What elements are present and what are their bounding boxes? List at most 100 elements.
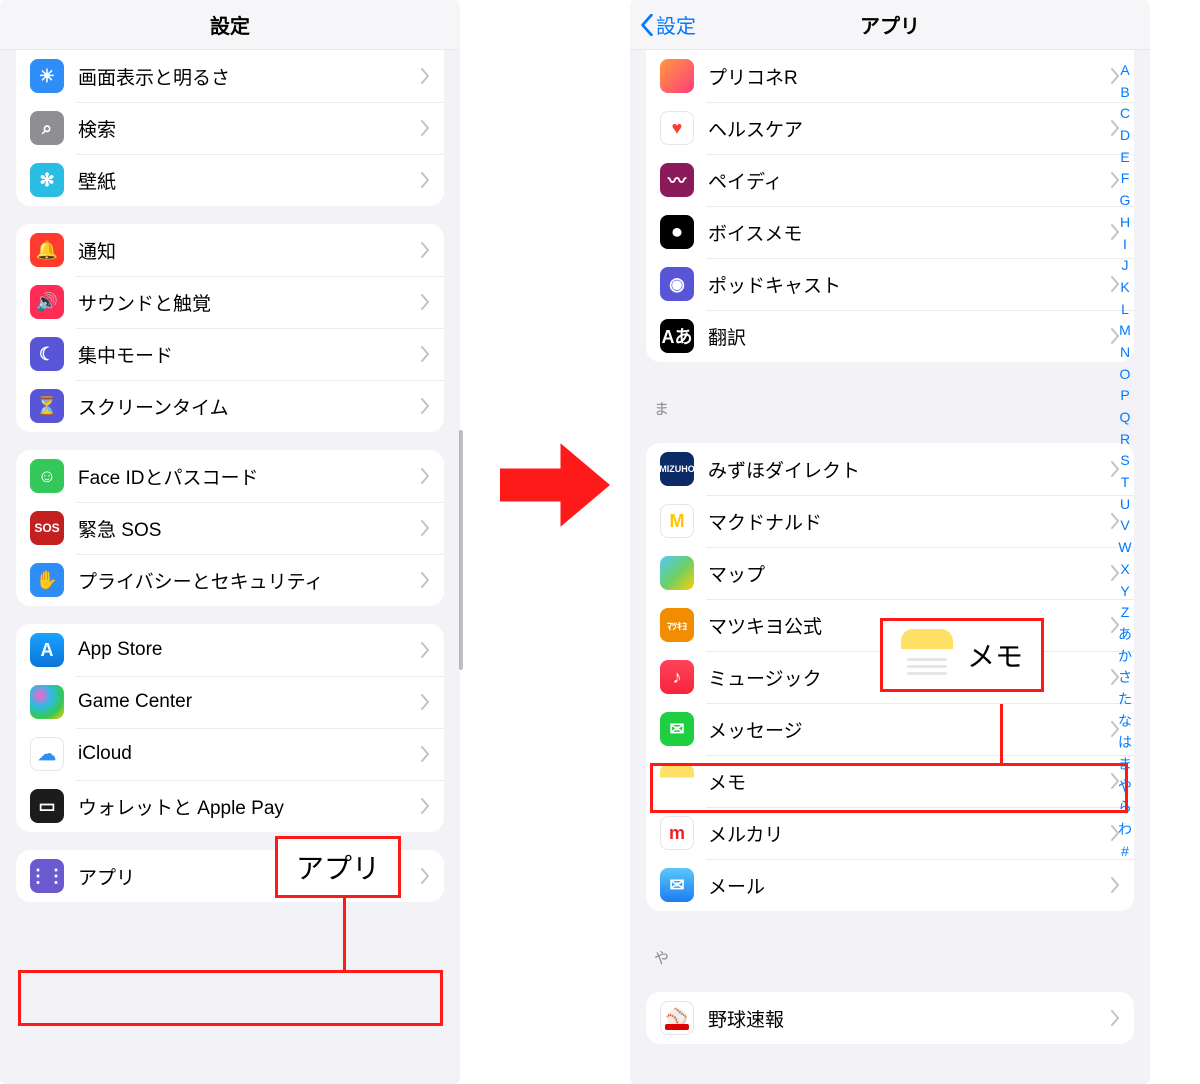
index-letter[interactable]: A (1120, 60, 1129, 82)
row-icloud[interactable]: ☁iCloud (16, 728, 444, 780)
row-label: メモ (708, 768, 1110, 795)
index-letter[interactable]: S (1120, 450, 1129, 472)
index-letter[interactable]: K (1120, 277, 1129, 299)
wallpaper-icon: ✻ (30, 163, 64, 197)
index-letter[interactable]: H (1120, 212, 1130, 234)
row-mail[interactable]: ✉メール (646, 859, 1134, 911)
chevron-right-icon (420, 172, 430, 188)
chevron-right-icon (420, 346, 430, 362)
row-privacy[interactable]: ✋プライバシーとセキュリティ (16, 554, 444, 606)
callout-notes: メモ (880, 618, 1044, 692)
row-voicememo[interactable]: ⏺ ボイスメモ (646, 206, 1134, 258)
row-translate[interactable]: Aあ翻訳 (646, 310, 1134, 362)
index-letter[interactable]: O (1120, 364, 1131, 386)
index-letter[interactable]: U (1120, 494, 1130, 516)
index-letter[interactable]: Z (1121, 602, 1130, 624)
row-notes[interactable]: メモ (646, 755, 1134, 807)
settings-group: ☺ Face IDとパスコード SOS緊急 SOS✋プライバシーとセキュリティ (16, 450, 444, 606)
row-messages[interactable]: ✉メッセージ (646, 703, 1134, 755)
row-maps[interactable]: マップ (646, 547, 1134, 599)
apps-icon: ⋮⋮ (30, 859, 64, 893)
index-letter[interactable]: M (1119, 320, 1131, 342)
row-label: Face IDとパスコード (78, 463, 420, 490)
scrollbar[interactable] (459, 430, 463, 670)
index-letter[interactable]: T (1121, 472, 1130, 494)
music-icon: ♪ (660, 660, 694, 694)
row-mizuho[interactable]: MIZUHOみずほダイレクト (646, 443, 1134, 495)
mail-icon: ✉ (660, 868, 694, 902)
row-appstore[interactable]: AApp Store (16, 624, 444, 676)
voicememo-icon: ⏺ (660, 215, 694, 249)
index-letter[interactable]: あ (1118, 624, 1132, 646)
row-paidy[interactable]: 〰ペイディ (646, 154, 1134, 206)
settings-list[interactable]: ☀画面表示と明るさ⌕検索 ✻ 壁紙 🔔通知🔊サウンドと触覚☾集中モード⏳スクリーンタイ… (0, 50, 460, 1084)
row-podcast[interactable]: ◉ポッドキャスト (646, 258, 1134, 310)
index-letter[interactable]: や (1118, 776, 1132, 798)
row-mcd[interactable]: Mマクドナルド (646, 495, 1134, 547)
row-notifications[interactable]: 🔔通知 (16, 224, 444, 276)
chevron-right-icon (420, 120, 430, 136)
appstore-icon: A (30, 633, 64, 667)
row-label: みずほダイレクト (708, 456, 1110, 483)
row-label: 壁紙 (78, 167, 420, 194)
row-search[interactable]: ⌕検索 (16, 102, 444, 154)
callout-apps-label: アプリ (296, 847, 380, 887)
chevron-right-icon (420, 798, 430, 814)
row-label: ペイディ (708, 167, 1110, 194)
row-gamecenter[interactable]: Game Center (16, 676, 444, 728)
row-label: ボイスメモ (708, 219, 1110, 246)
row-label: Game Center (78, 691, 420, 713)
index-letter[interactable]: V (1120, 515, 1129, 537)
row-sounds[interactable]: 🔊サウンドと触覚 (16, 276, 444, 328)
index-letter[interactable]: さ (1118, 667, 1132, 689)
index-letter[interactable]: F (1121, 168, 1130, 190)
index-letter[interactable]: は (1118, 732, 1132, 754)
row-baseball[interactable]: ⚾野球速報 (646, 992, 1134, 1044)
row-health[interactable]: ♥ヘルスケア (646, 102, 1134, 154)
index-letter[interactable]: X (1120, 559, 1129, 581)
index-letter[interactable]: R (1120, 429, 1130, 451)
index-letter[interactable]: C (1120, 103, 1130, 125)
section-index[interactable]: ABCDEFGHIJKLMNOPQRSTUVWXYZあかさたなはまやらわ# (1102, 60, 1148, 862)
row-prikone[interactable]: プリコネR (646, 50, 1134, 102)
index-letter[interactable]: Q (1120, 407, 1131, 429)
index-letter[interactable]: I (1123, 234, 1127, 256)
index-letter[interactable]: D (1120, 125, 1130, 147)
row-sos[interactable]: SOS緊急 SOS (16, 502, 444, 554)
row-display[interactable]: ☀画面表示と明るさ (16, 50, 444, 102)
index-letter[interactable]: わ (1118, 819, 1132, 841)
index-letter[interactable]: N (1120, 342, 1130, 364)
index-letter[interactable]: か (1118, 646, 1132, 668)
index-letter[interactable]: ら (1118, 797, 1132, 819)
row-screentime[interactable]: ⏳スクリーンタイム (16, 380, 444, 432)
index-letter[interactable]: # (1121, 841, 1129, 863)
row-mercari[interactable]: mメルカリ (646, 807, 1134, 859)
index-letter[interactable]: L (1121, 299, 1129, 321)
chevron-right-icon (420, 746, 430, 762)
index-letter[interactable]: P (1120, 385, 1129, 407)
row-faceid[interactable]: ☺ Face IDとパスコード (16, 450, 444, 502)
row-wallpaper[interactable]: ✻ 壁紙 (16, 154, 444, 206)
index-letter[interactable]: G (1120, 190, 1131, 212)
index-letter[interactable]: な (1118, 711, 1132, 733)
index-letter[interactable]: E (1120, 147, 1129, 169)
row-wallet[interactable]: ▭ウォレットと Apple Pay (16, 780, 444, 832)
matsukiyo-icon: ﾏﾂｷﾖ (660, 608, 694, 642)
faceid-icon: ☺ (30, 459, 64, 493)
index-letter[interactable]: B (1120, 82, 1129, 104)
back-button[interactable]: 設定 (640, 10, 696, 39)
index-letter[interactable]: た (1118, 689, 1132, 711)
settings-group: プリコネR♥ヘルスケア〰ペイディ ⏺ ボイスメモ ◉ポッドキャストAあ翻訳 (646, 50, 1134, 362)
nav-bar: 設定 (0, 0, 460, 50)
index-letter[interactable]: Y (1120, 581, 1129, 603)
row-label: ヘルスケア (708, 115, 1110, 142)
index-letter[interactable]: ま (1118, 754, 1132, 776)
apps-list[interactable]: プリコネR♥ヘルスケア〰ペイディ⏺ボイスメモ◉ポッドキャストAあ翻訳まMIZUH… (630, 50, 1150, 1084)
chevron-right-icon (420, 642, 430, 658)
row-focus[interactable]: ☾集中モード (16, 328, 444, 380)
chevron-right-icon (420, 468, 430, 484)
settings-group: AApp Store Game Center ☁iCloud▭ウォレットと Appl… (16, 624, 444, 832)
index-letter[interactable]: W (1118, 537, 1131, 559)
index-letter[interactable]: J (1122, 255, 1129, 277)
row-label: 翻訳 (708, 323, 1110, 350)
